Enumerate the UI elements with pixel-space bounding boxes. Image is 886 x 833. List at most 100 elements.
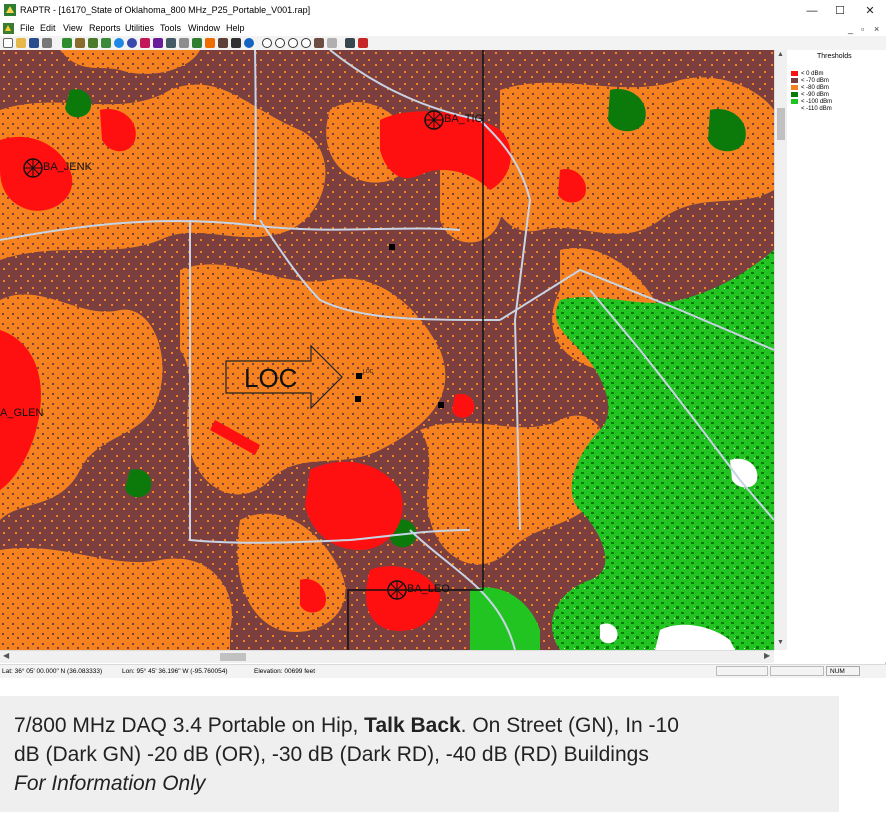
caption-line-1-suffix: . On Street (GN), In -10 xyxy=(460,714,679,737)
legend-label: < 0 dBm xyxy=(801,71,824,78)
legend-row: < -70 dBm xyxy=(791,78,829,85)
menu-help[interactable]: Help xyxy=(226,23,245,33)
caption-box: 7/800 MHz DAQ 3.4 Portable on Hip, Talk … xyxy=(0,696,839,812)
site-a-glen[interactable]: A_GLEN xyxy=(0,407,43,419)
legend-row: < -110 dBm xyxy=(791,106,832,113)
status-elevation: Elevation: 00699 feet xyxy=(254,668,316,675)
layer-icon[interactable] xyxy=(153,38,163,48)
menu-edit[interactable]: Edit xyxy=(40,23,56,33)
app-window: RAPTR - [16170_State of Oklahoma_800 MHz… xyxy=(0,0,886,678)
site-label-ba-jenk: BA_JENK xyxy=(43,161,93,173)
open-icon[interactable] xyxy=(16,38,26,48)
building-marker[interactable] xyxy=(355,396,361,402)
grid-icon[interactable] xyxy=(166,38,176,48)
scroll-left-icon[interactable]: ◀ xyxy=(3,651,9,660)
chart-icon[interactable] xyxy=(218,38,228,48)
scroll-down-icon[interactable]: ▼ xyxy=(777,639,784,646)
coverage-map[interactable]: BA_TIG BA_JENK A_GLEN BA_LEO LOC LOC xyxy=(0,50,774,650)
terrain-icon[interactable] xyxy=(62,38,72,48)
vertical-scroll-thumb[interactable] xyxy=(777,108,785,140)
vertical-scrollbar[interactable]: ▲ ▼ xyxy=(774,50,787,650)
zoom-out-icon[interactable] xyxy=(275,38,285,48)
pan-icon[interactable] xyxy=(314,38,324,48)
legend-label: < -70 dBm xyxy=(801,78,829,85)
save-icon[interactable] xyxy=(29,38,39,48)
legend-row: < 0 dBm xyxy=(791,71,824,78)
mdi-restore-button[interactable]: ▫ xyxy=(861,24,864,34)
zoom-in-icon[interactable] xyxy=(262,38,272,48)
path-icon[interactable] xyxy=(192,38,202,48)
new-icon[interactable] xyxy=(3,38,13,48)
legend-title: Thresholds xyxy=(817,53,852,60)
zoom-extents-icon[interactable] xyxy=(301,38,311,48)
status-bar: Lat: 36° 05' 00.000" N (36.083333) Lon: … xyxy=(0,664,886,678)
close-button[interactable]: ✕ xyxy=(856,2,884,20)
legend-swatch xyxy=(791,99,798,104)
coverage-map-canvas[interactable]: BA_TIG BA_JENK A_GLEN BA_LEO LOC LOC xyxy=(0,50,774,650)
globe-icon[interactable] xyxy=(114,38,124,48)
legend-swatch xyxy=(791,71,798,76)
menu-bar: File Edit View Reports Utilities Tools W… xyxy=(0,22,886,36)
caption-line-1: 7/800 MHz DAQ 3.4 Portable on Hip, Talk … xyxy=(14,714,679,738)
loc-marker-label: LOC xyxy=(363,369,374,375)
building-marker[interactable] xyxy=(389,244,395,250)
horizontal-scroll-thumb[interactable] xyxy=(220,653,246,661)
tower-icon[interactable] xyxy=(88,38,98,48)
site-label-a-glen: A_GLEN xyxy=(0,407,43,419)
num-lock-indicator: NUM xyxy=(826,666,860,676)
zoom-window-icon[interactable] xyxy=(288,38,298,48)
site-label-ba-leo: BA_LEO xyxy=(407,583,450,595)
menu-window[interactable]: Window xyxy=(188,23,220,33)
site-label-ba-tig: BA_TIG xyxy=(444,113,483,125)
loc-label: LOC xyxy=(244,363,297,393)
coverage-icon[interactable] xyxy=(101,38,111,48)
legend-label: < -90 dBm xyxy=(801,92,829,99)
building-marker-loc[interactable] xyxy=(356,373,362,379)
info-icon[interactable] xyxy=(244,38,254,48)
menu-reports[interactable]: Reports xyxy=(89,23,121,33)
status-longitude: Lon: 95° 45' 36.196" W (-95.760054) xyxy=(122,668,228,675)
print-icon[interactable] xyxy=(42,38,52,48)
caption-line-3: For Information Only xyxy=(14,772,206,795)
mdi-minimize-button[interactable]: _ xyxy=(848,24,853,34)
pin-icon[interactable] xyxy=(327,38,337,48)
legend-row: < -80 dBm xyxy=(791,85,829,92)
table-icon[interactable] xyxy=(179,38,189,48)
status-pane xyxy=(770,666,824,676)
map-icon[interactable] xyxy=(231,38,241,48)
title-bar: RAPTR - [16170_State of Oklahoma_800 MHz… xyxy=(0,0,886,22)
maximize-button[interactable]: ☐ xyxy=(826,2,854,20)
legend-label: < -80 dBm xyxy=(801,85,829,92)
target-icon[interactable] xyxy=(127,38,137,48)
legend-swatch xyxy=(791,106,798,111)
legend-swatch xyxy=(791,78,798,83)
legend-swatch xyxy=(791,92,798,97)
link-icon[interactable] xyxy=(205,38,215,48)
legend-row: < -100 dBm xyxy=(791,99,832,106)
status-latitude: Lat: 36° 05' 00.000" N (36.083333) xyxy=(2,668,103,675)
building-icon[interactable] xyxy=(75,38,85,48)
caption-line-1-bold: Talk Back xyxy=(364,714,461,737)
menu-view[interactable]: View xyxy=(63,23,82,33)
legend-row: < -90 dBm xyxy=(791,92,829,99)
document-icon[interactable] xyxy=(3,23,14,34)
mdi-close-button[interactable]: × xyxy=(874,24,879,34)
building-marker[interactable] xyxy=(438,402,444,408)
scroll-right-icon[interactable]: ▶ xyxy=(764,651,770,660)
horizontal-scrollbar[interactable]: ◀ ▶ xyxy=(0,650,774,663)
wave-icon[interactable] xyxy=(358,38,368,48)
legend-label: < -110 dBm xyxy=(801,106,832,113)
app-icon xyxy=(4,4,16,16)
toolbar xyxy=(0,36,886,51)
menu-tools[interactable]: Tools xyxy=(160,23,181,33)
menu-file[interactable]: File xyxy=(20,23,35,33)
menu-utilities[interactable]: Utilities xyxy=(125,23,154,33)
legend-swatch xyxy=(791,85,798,90)
caption-line-2: dB (Dark GN) -20 dB (OR), -30 dB (Dark R… xyxy=(14,743,649,766)
minimize-button[interactable]: — xyxy=(798,2,826,20)
window-title: RAPTR - [16170_State of Oklahoma_800 MHz… xyxy=(20,5,311,15)
scroll-up-icon[interactable]: ▲ xyxy=(777,51,784,58)
status-pane xyxy=(716,666,768,676)
help-icon[interactable] xyxy=(345,38,355,48)
flag-icon[interactable] xyxy=(140,38,150,48)
